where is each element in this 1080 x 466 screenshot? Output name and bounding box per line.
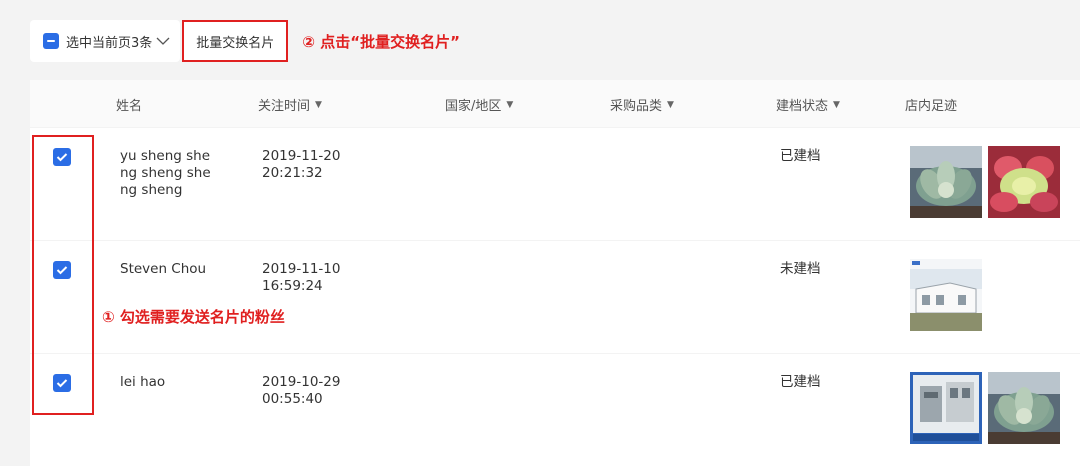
caret-down-icon[interactable]: ▼ [833, 100, 840, 110]
follow-clock: 20:21:32 [262, 165, 323, 181]
follow-time: 2019-11-10 16:59:24 [262, 261, 362, 295]
caret-down-icon[interactable]: ▼ [667, 100, 674, 110]
select-label: 选中当前页3条 [66, 35, 153, 51]
indeterminate-checkbox-icon[interactable] [43, 33, 59, 49]
follow-clock: 00:55:40 [262, 391, 323, 407]
follow-time: 2019-11-20 20:21:32 [262, 148, 362, 182]
fan-name: Steven Chou [120, 261, 207, 277]
column-header-status-label: 建档状态 [776, 99, 829, 114]
toolbar: 选中当前页3条 批量交换名片 ② 点击“批量交换名片” [30, 20, 460, 62]
column-header-name-label: 姓名 [116, 99, 143, 114]
footprint-thumbnail-succulent[interactable] [910, 146, 982, 218]
column-header-footprint: 店内足迹 [905, 95, 957, 114]
table-row: lei hao 2019-10-29 00:55:40 已建档 [30, 354, 1080, 466]
caret-down-icon[interactable]: ▼ [315, 100, 322, 110]
annotation-checkbox-highlight [32, 135, 94, 415]
select-current-page-dropdown[interactable]: 选中当前页3条 [30, 20, 181, 62]
status-text: 未建档 [780, 261, 821, 277]
footprint-thumbnail-machine[interactable] [910, 372, 982, 444]
follow-date: 2019-10-29 [262, 374, 341, 390]
annotation-step-1: ① 勾选需要发送名片的粉丝 [102, 308, 285, 326]
chevron-down-icon[interactable] [156, 36, 170, 46]
follow-date: 2019-11-20 [262, 148, 341, 164]
column-header-country[interactable]: 国家/地区 ▼ [445, 95, 513, 114]
column-header-category-label: 采购品类 [610, 99, 663, 114]
column-header-status[interactable]: 建档状态 ▼ [776, 95, 840, 114]
table-row: yu sheng sheng sheng sheng sheng 2019-11… [30, 128, 1080, 240]
column-header-follow-time[interactable]: 关注时间 ▼ [258, 95, 322, 114]
fan-name: lei hao [120, 374, 166, 390]
follow-time: 2019-10-29 00:55:40 [262, 374, 362, 408]
column-header-country-label: 国家/地区 [445, 99, 502, 114]
batch-exchange-card-button[interactable]: 批量交换名片 [182, 20, 289, 62]
column-header-name: 姓名 [116, 95, 142, 114]
column-header-footprint-label: 店内足迹 [905, 99, 958, 114]
caret-down-icon[interactable]: ▼ [506, 100, 513, 110]
footprint-thumbnail-container-house[interactable] [910, 259, 982, 331]
follow-clock: 16:59:24 [262, 278, 323, 294]
fan-name: yu sheng sheng sheng sheng sheng [120, 148, 211, 198]
footprint-thumbnail-succulent-red[interactable] [988, 146, 1060, 218]
table-header: 姓名 关注时间 ▼ 国家/地区 ▼ 采购品类 ▼ 建档状态 ▼ 店内足迹 [30, 80, 1080, 127]
table-row: Steven Chou 2019-11-10 16:59:24 未建档 [30, 241, 1080, 353]
column-header-follow-time-label: 关注时间 [258, 99, 311, 114]
footprint-thumbnail-succulent[interactable] [988, 372, 1060, 444]
column-header-category[interactable]: 采购品类 ▼ [610, 95, 674, 114]
follow-date: 2019-11-10 [262, 261, 341, 277]
status-text: 已建档 [780, 148, 821, 164]
annotation-step-2: ② 点击“批量交换名片” [302, 32, 460, 51]
status-text: 已建档 [780, 374, 821, 390]
